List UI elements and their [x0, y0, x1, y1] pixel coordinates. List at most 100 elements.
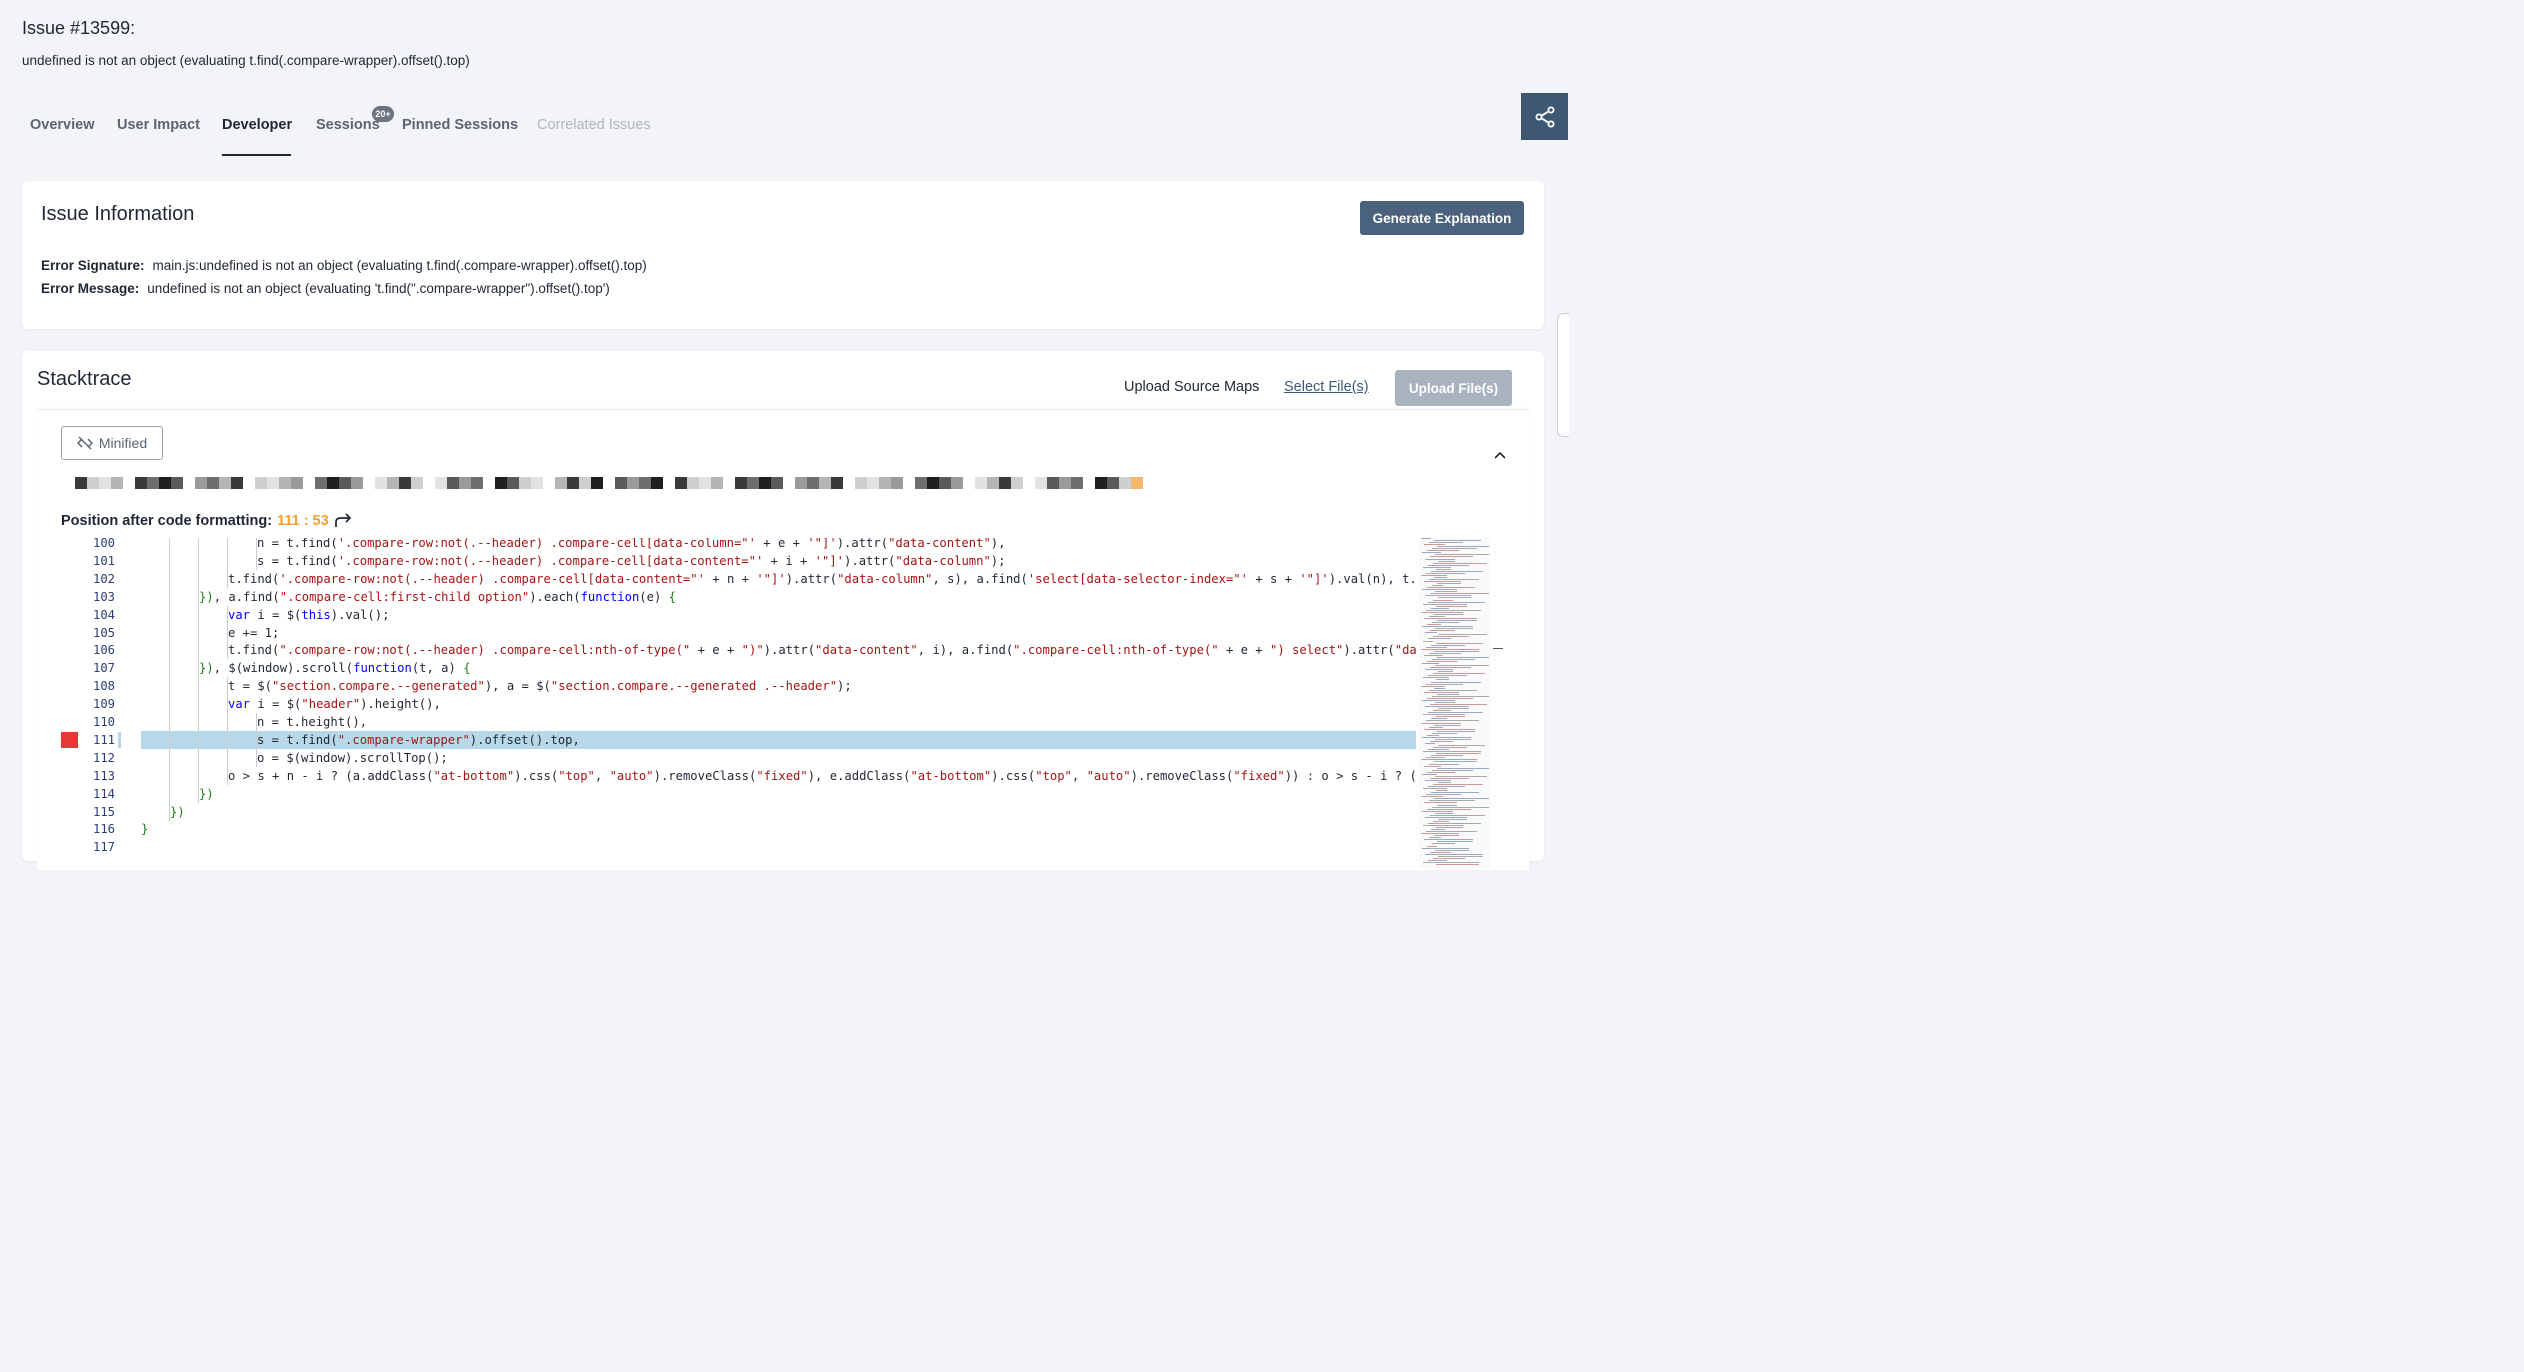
tab-correlated-issues: Correlated Issues [537, 117, 651, 133]
page-scrollbar[interactable] [1557, 313, 1569, 437]
obfuscated-source-preview [75, 477, 1185, 489]
tab-developer[interactable]: Developer [222, 117, 292, 133]
preview-block [399, 477, 411, 489]
minimap-line [1428, 675, 1467, 677]
minimap-line [1433, 636, 1469, 638]
line-number: 101 [92, 553, 115, 568]
preview-block [1107, 477, 1119, 489]
minimap-line [1432, 548, 1477, 550]
indent-guide [256, 551, 257, 570]
minimap-line [1428, 712, 1483, 714]
indent-guide [169, 802, 170, 821]
code-text: t.find(".compare-row:not(.--header) .com… [141, 641, 1416, 660]
indent-guide [198, 677, 199, 696]
minimap-line [1435, 775, 1487, 777]
minimap-line [1433, 710, 1451, 712]
minimap-line [1438, 855, 1483, 857]
tab-sessions[interactable]: Sessions [316, 117, 380, 133]
minimap-line [1427, 808, 1471, 810]
code-text: } [141, 822, 149, 837]
preview-block [651, 477, 663, 489]
preview-block [891, 477, 903, 489]
minimap-line [1432, 695, 1489, 697]
minimap-line [1423, 825, 1463, 826]
minified-toggle-button[interactable]: Minified [61, 426, 163, 460]
preview-block [1035, 477, 1047, 489]
minimap-line [1421, 538, 1431, 539]
share-button[interactable] [1521, 93, 1568, 140]
minimap-line [1430, 814, 1485, 816]
line-number: 112 [92, 750, 115, 765]
chevron-up-icon[interactable] [1493, 450, 1507, 460]
minimap-line [1422, 589, 1457, 591]
minimap-line [1430, 556, 1473, 558]
preview-block [507, 477, 519, 489]
minimap-line [1423, 677, 1449, 679]
generate-explanation-button[interactable]: Generate Explanation [1360, 201, 1524, 235]
preview-block [627, 477, 639, 489]
line-number: 117 [92, 840, 115, 855]
indent-guide [198, 766, 199, 785]
minimap-line [1438, 708, 1469, 710]
minimap-line [1432, 769, 1473, 771]
minimap-line [1423, 603, 1467, 605]
minimap-line [1438, 560, 1455, 562]
minimap-line [1426, 831, 1477, 833]
code-text: }) [141, 784, 1416, 803]
indent-guide [169, 713, 170, 731]
minimap-line [1437, 620, 1477, 621]
preview-block [951, 477, 963, 489]
minimap-line [1430, 740, 1453, 742]
tab-user-impact[interactable]: User Impact [117, 117, 200, 133]
upload-files-button[interactable]: Upload File(s) [1395, 370, 1512, 406]
indent-guide [198, 605, 199, 624]
minimap-line [1429, 652, 1461, 654]
minimap-line [1421, 722, 1461, 724]
select-files-link[interactable]: Select File(s) [1284, 379, 1369, 395]
minimap-line [1425, 669, 1453, 671]
minimap-line [1429, 726, 1443, 728]
preview-block [555, 477, 567, 489]
preview-block [867, 477, 879, 489]
minimap-line [1427, 550, 1459, 552]
minimap-line [1422, 773, 1437, 775]
minimap-line [1429, 837, 1441, 839]
minimap-line [1436, 716, 1465, 718]
minimap-line [1431, 570, 1483, 572]
indent-guide [169, 569, 170, 588]
minimap-line [1422, 552, 1441, 554]
indent-guide [169, 695, 170, 714]
minimap-line [1431, 755, 1463, 757]
minimap-line [1424, 617, 1477, 619]
minimap-line [1433, 784, 1483, 785]
code-viewer[interactable]: 100 n = t.find('.compare-row:not(.--heade… [61, 538, 1416, 870]
minimap-line [1434, 576, 1447, 578]
code-minimap[interactable] [1419, 538, 1491, 868]
position-value: 111 : 53 [277, 513, 329, 529]
indent-guide [227, 641, 228, 660]
tab-overview[interactable]: Overview [30, 117, 95, 133]
preview-block [1119, 477, 1131, 489]
line-number: 105 [92, 625, 115, 640]
minimap-line [1438, 597, 1471, 599]
minimap-line [1431, 718, 1447, 720]
preview-block [975, 477, 987, 489]
minimap-position-indicator [1493, 648, 1503, 649]
minimap-line [1425, 816, 1467, 818]
code-text: t = $("section.compare.--generated"), a … [141, 677, 1416, 696]
preview-block [615, 477, 627, 489]
code-line: 103}), a.find(".compare-cell:first-child… [61, 587, 1416, 606]
redo-arrow-icon[interactable] [334, 513, 354, 529]
minimap-line [1436, 790, 1447, 792]
indent-guide [227, 551, 228, 570]
minimap-line [1435, 702, 1455, 703]
minimap-line [1429, 542, 1463, 544]
preview-block [855, 477, 867, 489]
minimap-line [1423, 714, 1465, 716]
active-tab-underline [222, 154, 291, 156]
indent-guide [198, 713, 199, 731]
tab-pinned-sessions[interactable]: Pinned Sessions [402, 117, 518, 133]
error-signature-label: Error Signature: [41, 258, 145, 273]
indent-guide [169, 551, 170, 570]
error-signature-row: Error Signature: main.js:undefined is not… [41, 258, 647, 273]
